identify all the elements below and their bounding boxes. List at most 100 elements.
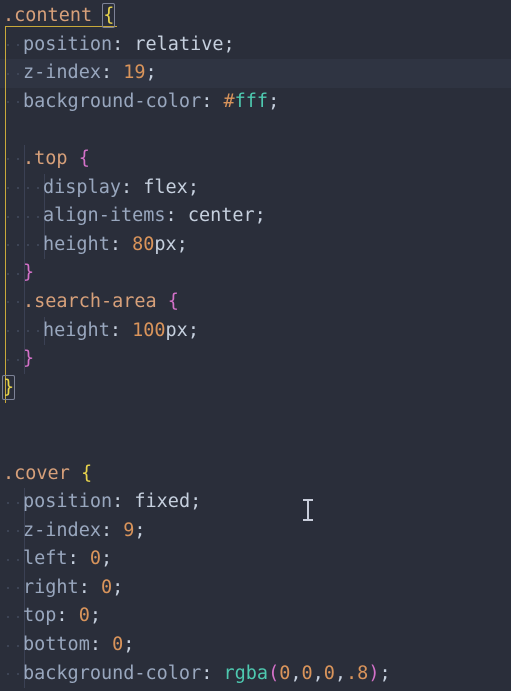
code-line[interactable]: }	[0, 374, 511, 403]
code-token: ;	[145, 62, 157, 84]
code-line[interactable]: position: fixed;	[0, 488, 511, 517]
code-token: .8	[346, 662, 369, 684]
code-token: :	[78, 576, 101, 598]
code-line[interactable]: top: 0;	[0, 602, 511, 631]
code-token: ;	[379, 662, 391, 684]
code-token: 9	[123, 519, 135, 541]
code-line[interactable]: z-index: 9;	[0, 517, 511, 546]
code-token: :	[112, 491, 135, 513]
code-token: px	[165, 319, 188, 341]
code-token: flex	[143, 176, 188, 198]
code-token: 0	[279, 662, 291, 684]
code-token: 80	[132, 233, 155, 255]
code-line[interactable]: left: 0;	[0, 545, 511, 574]
code-content[interactable]: .content {position: relative; z-index: 19…	[0, 2, 511, 691]
code-token: }	[23, 262, 35, 284]
code-line[interactable]: }	[0, 259, 511, 288]
code-token: ;	[112, 576, 124, 598]
code-token: ;	[254, 205, 266, 227]
code-token: :	[120, 176, 144, 198]
code-token: ;	[100, 548, 113, 570]
code-line[interactable]: right: 0;	[0, 574, 511, 603]
code-token: z-index	[23, 62, 101, 84]
code-token: ;	[190, 491, 202, 513]
code-token: ,	[312, 662, 324, 684]
code-token: ;	[187, 319, 199, 341]
code-token: .cover	[3, 462, 70, 484]
code-token: px	[154, 233, 177, 255]
code-token: position	[23, 33, 113, 55]
code-token: .search-area	[23, 290, 157, 312]
code-line[interactable]: position: relative;	[0, 31, 511, 60]
code-token: :	[112, 33, 135, 55]
code-token: :	[165, 205, 188, 227]
code-token: :	[67, 548, 90, 570]
code-token: :	[89, 634, 113, 656]
code-token: ;	[123, 634, 135, 656]
code-token: height	[43, 233, 110, 255]
code-token: 0	[78, 605, 90, 627]
code-line[interactable]: .content {	[0, 2, 511, 31]
code-token: {	[80, 462, 93, 484]
code-line[interactable]	[0, 402, 511, 431]
code-token: )	[368, 662, 380, 684]
code-line[interactable]: .top {	[0, 145, 511, 174]
code-token: {	[78, 147, 90, 169]
code-token: fixed	[134, 491, 191, 513]
code-token: :	[201, 90, 224, 112]
code-line[interactable]: background-color: #fff;	[0, 88, 511, 117]
code-line[interactable]	[0, 431, 511, 460]
code-token: ,	[334, 662, 347, 684]
code-token: ;	[176, 233, 188, 255]
code-line[interactable]: .search-area {	[0, 288, 511, 317]
code-token: 100	[132, 319, 166, 341]
code-line[interactable]: z-index: 19;	[0, 59, 511, 88]
code-editor[interactable]: .content {position: relative; z-index: 19…	[0, 0, 511, 691]
code-token: .content	[3, 5, 93, 26]
code-line[interactable]: align-items: center;	[0, 202, 511, 231]
code-token: right	[23, 576, 79, 598]
code-token: :	[100, 62, 124, 84]
code-line[interactable]: height: 80px;	[0, 231, 511, 260]
code-token: #	[223, 90, 235, 112]
code-token: rgba	[223, 662, 269, 684]
code-token: relative	[134, 33, 224, 55]
code-token: align-items	[43, 205, 166, 227]
code-token: 0	[89, 548, 101, 570]
code-token: }	[23, 348, 35, 370]
code-line[interactable]: }	[0, 345, 511, 374]
code-token: left	[23, 548, 68, 570]
code-line[interactable]	[0, 116, 511, 145]
code-line[interactable]: background-color: rgba(0,0,0,.8);	[0, 660, 511, 689]
code-token: (	[268, 662, 280, 684]
code-token: .top	[23, 147, 68, 169]
code-token: }	[1, 374, 16, 400]
code-token: 0	[301, 662, 313, 684]
code-token: display	[43, 176, 121, 198]
code-line[interactable]: height: 100px;	[0, 317, 511, 346]
code-token: 0	[323, 662, 335, 684]
code-token: {	[102, 3, 116, 28]
code-token: bottom	[23, 634, 90, 656]
code-token: ;	[268, 90, 280, 112]
code-token: ;	[223, 33, 235, 55]
code-token: center	[187, 205, 255, 227]
code-token: 0	[100, 576, 113, 598]
code-token: height	[43, 319, 110, 341]
code-token: 0	[112, 634, 124, 656]
code-line[interactable]: display: flex;	[0, 174, 511, 203]
code-token: :	[109, 233, 133, 255]
code-token: position	[23, 491, 113, 513]
code-line[interactable]: .cover {	[0, 460, 511, 489]
code-line[interactable]: bottom: 0;	[0, 631, 511, 660]
code-token: :	[100, 519, 124, 541]
code-token: :	[109, 319, 133, 341]
code-token: background-color	[23, 662, 202, 684]
code-token: fff	[234, 90, 269, 112]
code-token: ;	[89, 605, 101, 627]
code-token: ;	[134, 519, 146, 541]
code-token: ;	[187, 176, 199, 198]
